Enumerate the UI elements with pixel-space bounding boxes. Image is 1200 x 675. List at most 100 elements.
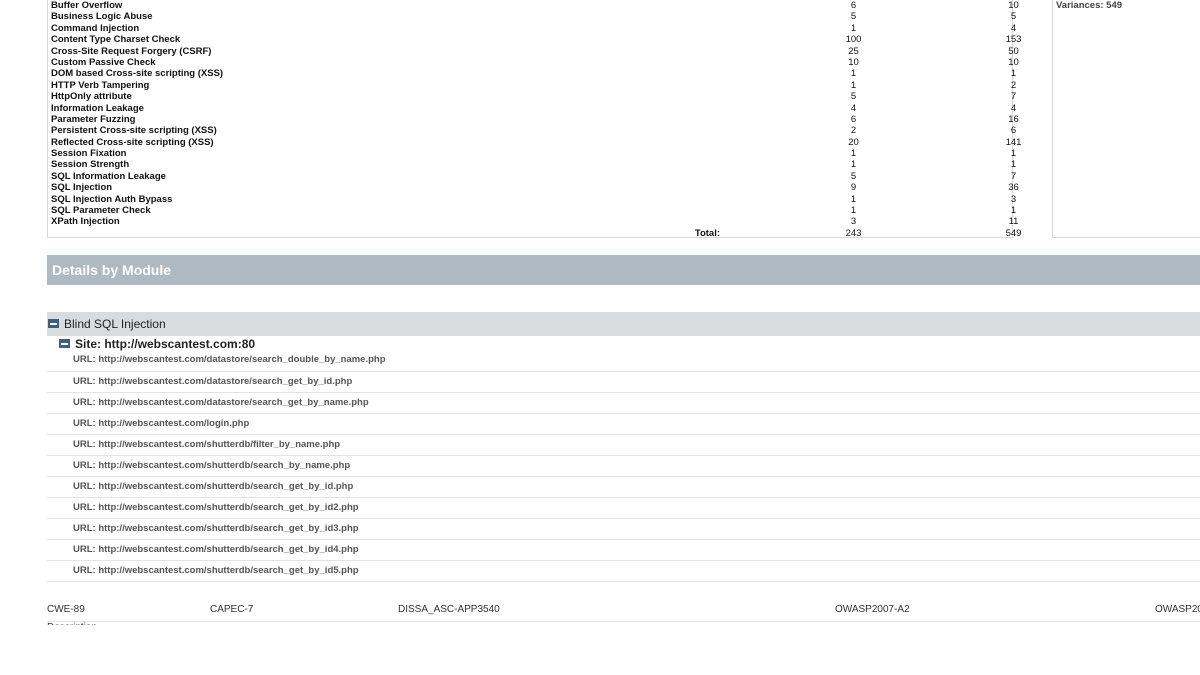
- collapse-minus-icon[interactable]: [59, 339, 70, 349]
- variances-value: 50: [1008, 45, 1019, 57]
- count-value: 100: [845, 34, 862, 46]
- summary-row: SQL Information Leakage 5 7: [48, 170, 1016, 182]
- reference-cwe: CWE-89: [47, 604, 85, 615]
- variances-value: 3: [1010, 193, 1017, 205]
- vulnerability-name: Session Fixation: [51, 148, 127, 160]
- site-entry[interactable]: Site: http://webscantest.com:80: [58, 337, 255, 351]
- variances-value: 5: [1010, 11, 1017, 23]
- url-row[interactable]: URL: http://webscantest.com/datastore/se…: [47, 372, 1200, 393]
- variances-value: 6: [1010, 125, 1017, 137]
- summary-row: Session Fixation 1 1: [48, 148, 1016, 160]
- summary-row: SQL Parameter Check 1 1: [48, 205, 1016, 217]
- summary-row: Information Leakage 4 4: [48, 102, 1016, 114]
- variances-value: 141: [1005, 136, 1022, 148]
- vulnerability-name: XPath Injection: [51, 216, 120, 228]
- variances-value: 2: [1010, 79, 1017, 91]
- count-value: 20: [848, 136, 859, 148]
- vulnerability-name: SQL Injection: [51, 182, 113, 194]
- url-row[interactable]: URL: http://webscantest.com/shutterdb/fi…: [47, 435, 1200, 456]
- vulnerability-name: Custom Passive Check: [51, 56, 156, 68]
- count-value: 1: [850, 148, 857, 160]
- count-value: 1: [850, 205, 857, 217]
- variances-value: 1: [1010, 148, 1017, 160]
- section-label-cut-off: Description: [47, 622, 107, 625]
- summary-row: Command Injection 1 4: [48, 22, 1016, 34]
- summary-row: SQL Injection 9 36: [48, 182, 1019, 194]
- summary-row: SQL Injection Auth Bypass 1 3: [48, 193, 1016, 205]
- url-row[interactable]: URL: http://webscantest.com/shutterdb/se…: [47, 477, 1200, 498]
- vulnerability-name: Persistent Cross-site scripting (XSS): [51, 125, 217, 137]
- variances-value: 153: [1005, 34, 1022, 46]
- reference-capec: CAPEC-7: [210, 604, 254, 615]
- total-count: 243: [845, 227, 862, 239]
- url-row[interactable]: URL: http://webscantest.com/shutterdb/se…: [47, 456, 1200, 477]
- count-value: 9: [850, 182, 857, 194]
- variances-value: 11: [1008, 216, 1019, 228]
- summary-total-row: Total: 243 549: [48, 227, 1022, 239]
- count-value: 10: [848, 56, 859, 68]
- variances-panel: Variances: 549: [1052, 0, 1200, 238]
- count-value: 5: [850, 170, 857, 182]
- collapse-minus-icon[interactable]: [48, 319, 59, 329]
- url-row[interactable]: URL: http://webscantest.com/datastore/se…: [47, 350, 1200, 372]
- total-label: Total:: [694, 227, 720, 239]
- variances-value: 10: [1008, 56, 1019, 68]
- summary-row: Persistent Cross-site scripting (XSS) 2 6: [48, 125, 1016, 137]
- reference-owasp-truncated: OWASP20: [1155, 604, 1200, 615]
- count-value: 1: [850, 193, 857, 205]
- summary-row: Content Type Charset Check 100 153: [48, 34, 1021, 46]
- summary-row: DOM based Cross-site scripting (XSS) 1 1: [48, 68, 1016, 80]
- vulnerability-name: SQL Injection Auth Bypass: [51, 193, 173, 205]
- count-value: 4: [850, 102, 857, 114]
- variances-value: 36: [1008, 182, 1019, 194]
- vulnerability-name: HTTP Verb Tampering: [51, 79, 150, 91]
- summary-row: HttpOnly attribute 5 7: [48, 91, 1016, 103]
- details-by-module-header: Details by Module: [47, 255, 1200, 285]
- vulnerability-name: Buffer Overflow: [51, 0, 123, 11]
- variances-value: 1: [1010, 68, 1017, 80]
- url-row[interactable]: URL: http://webscantest.com/login.php: [47, 414, 1200, 435]
- count-value: 1: [850, 68, 857, 80]
- count-value: 3: [850, 216, 857, 228]
- count-value: 2: [850, 125, 857, 137]
- site-label: Site: http://webscantest.com:80: [75, 337, 256, 351]
- reference-dissa: DISSA_ASC-APP3540: [398, 604, 500, 615]
- url-row[interactable]: URL: http://webscantest.com/datastore/se…: [47, 393, 1200, 414]
- vulnerability-name: SQL Information Leakage: [51, 170, 166, 182]
- count-value: 1: [850, 159, 857, 171]
- summary-row: Reflected Cross-site scripting (XSS) 20 14…: [48, 136, 1021, 148]
- variances-value: 1: [1010, 205, 1017, 217]
- variances-value: 10: [1008, 0, 1019, 11]
- vulnerability-name: Content Type Charset Check: [51, 34, 181, 46]
- count-value: 1: [850, 22, 857, 34]
- summary-row: Business Logic Abuse 5 5: [48, 11, 1016, 23]
- summary-row: HTTP Verb Tampering 1 2: [48, 79, 1016, 91]
- reference-owasp2007: OWASP2007-A2: [835, 604, 910, 615]
- url-row[interactable]: URL: http://webscantest.com/shutterdb/se…: [47, 540, 1200, 561]
- variances-value: 16: [1008, 113, 1019, 125]
- vulnerability-name: Business Logic Abuse: [51, 11, 153, 23]
- summary-row: Cross-Site Request Forgery (CSRF) 25 50: [48, 45, 1019, 57]
- count-value: 1: [850, 79, 857, 91]
- url-list: URL: http://webscantest.com/datastore/se…: [47, 350, 1200, 582]
- references-row: CWE-89 CAPEC-7 DISSA_ASC-APP3540 OWASP20…: [0, 604, 1200, 618]
- count-value: 5: [850, 91, 857, 103]
- summary-row: Buffer Overflow 6 10: [48, 0, 1019, 11]
- count-value: 25: [848, 45, 859, 57]
- summary-rows: Buffer Overflow 6 10 Business Logic Abuse 5 5…: [48, 0, 1022, 239]
- vulnerability-name: Parameter Fuzzing: [51, 113, 136, 125]
- divider: [47, 621, 1200, 622]
- vulnerability-name: Session Strength: [51, 159, 130, 171]
- module-group-title: Blind SQL Injection: [64, 317, 166, 331]
- url-row[interactable]: URL: http://webscantest.com/shutterdb/se…: [47, 561, 1200, 582]
- count-value: 6: [850, 0, 857, 11]
- variances-value: 1: [1010, 159, 1017, 171]
- variances-total-label: Variances: 549: [1056, 0, 1123, 11]
- url-row[interactable]: URL: http://webscantest.com/shutterdb/se…: [47, 498, 1200, 519]
- vulnerability-name: DOM based Cross-site scripting (XSS): [51, 68, 224, 80]
- variances-value: 7: [1010, 170, 1017, 182]
- url-row[interactable]: URL: http://webscantest.com/shutterdb/se…: [47, 519, 1200, 540]
- vulnerability-name: Cross-Site Request Forgery (CSRF): [51, 45, 212, 57]
- module-group-blind-sql-injection[interactable]: Blind SQL Injection: [47, 312, 1200, 336]
- count-value: 5: [850, 11, 857, 23]
